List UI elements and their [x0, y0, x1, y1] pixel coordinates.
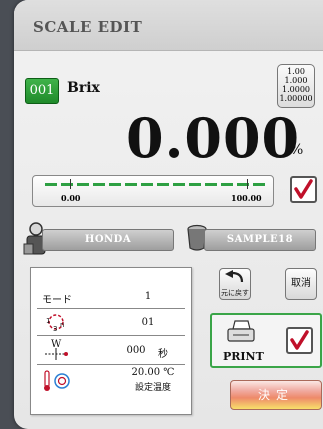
print-checkbox[interactable] — [286, 327, 313, 354]
decimal-places-button[interactable]: 1.00 1.000 1.0000 1.00000 — [277, 64, 315, 108]
bar-max-label: 100.00 — [231, 193, 262, 203]
wait-unit: 秒 — [158, 349, 168, 360]
material-name: Brix — [67, 80, 100, 96]
cancel-button[interactable]: 取消 — [285, 268, 317, 300]
mode-label: モード — [42, 295, 72, 306]
temperature-value: 20.00 ℃ — [131, 367, 175, 378]
wait-timer-icon: W — [45, 339, 68, 360]
reading-unit: % — [290, 142, 304, 158]
bar-segment — [253, 183, 265, 186]
decimal-option: 1.00 — [287, 67, 305, 76]
wait-value: 000 — [126, 345, 146, 356]
check-icon — [294, 179, 313, 199]
undo-label: 元に戻す — [221, 289, 249, 297]
reading-value: 0.000 — [126, 106, 301, 170]
temperature-caption: 設定温度 — [134, 383, 171, 393]
page-title: SCALE EDIT — [33, 18, 143, 36]
printer-icon — [227, 320, 255, 342]
material-code-button[interactable]: 001 — [25, 78, 59, 104]
thermometer-icon — [44, 370, 70, 391]
bar-segment — [173, 183, 185, 186]
bar-segment — [205, 183, 217, 186]
svg-text:1: 1 — [46, 317, 50, 325]
svg-text:3: 3 — [53, 325, 57, 332]
scale-edit-panel: SCALE EDIT 001 Brix 1.00 1.000 1.0000 1.… — [14, 0, 323, 429]
wait-row[interactable]: W 000 秒 — [37, 336, 185, 365]
mode-value: 1 — [144, 291, 152, 302]
confirm-button[interactable]: 決定 — [230, 380, 322, 410]
bar-segment — [77, 183, 89, 186]
bar-segment — [221, 183, 233, 186]
settings-list[interactable]: モード 1 1 3 n 01 W 000 秒 20.00 ℃ 設定温度 — [30, 267, 192, 415]
decimal-option: 1.0000 — [282, 85, 310, 94]
cycle-value: 01 — [141, 317, 155, 328]
cycle-icon: 1 3 n — [46, 314, 64, 332]
bar-segment — [189, 183, 201, 186]
undo-button[interactable]: 元に戻す — [219, 268, 251, 300]
range-bar[interactable]: 0.00 100.00 — [32, 175, 274, 207]
decimal-option: 1.000 — [284, 76, 308, 85]
bar-segment — [125, 183, 137, 186]
mode-row[interactable]: モード 1 — [37, 286, 185, 309]
bar-segment — [45, 183, 57, 186]
check-icon — [290, 330, 309, 350]
undo-arrow-icon — [225, 270, 244, 283]
print-option[interactable]: PRINT — [210, 313, 322, 368]
min-tick — [70, 179, 71, 189]
cycle-row[interactable]: 1 3 n 01 — [37, 309, 185, 336]
sample-button[interactable]: SAMPLE18 — [204, 229, 316, 251]
bar-segment — [61, 183, 73, 186]
bar-segment — [157, 183, 169, 186]
temperature-row[interactable]: 20.00 ℃ 設定温度 — [37, 365, 185, 399]
bar-segment — [141, 183, 153, 186]
stable-checkbox[interactable] — [290, 176, 317, 203]
bar-segment — [109, 183, 121, 186]
print-label: PRINT — [223, 350, 264, 363]
max-tick — [247, 179, 248, 189]
bar-min-label: 0.00 — [61, 193, 81, 203]
bar-segment — [93, 183, 105, 186]
title-bar: SCALE EDIT — [14, 0, 323, 51]
operator-button[interactable]: HONDA — [42, 229, 174, 251]
decimal-option: 1.00000 — [279, 94, 313, 103]
svg-text:n: n — [60, 321, 64, 329]
